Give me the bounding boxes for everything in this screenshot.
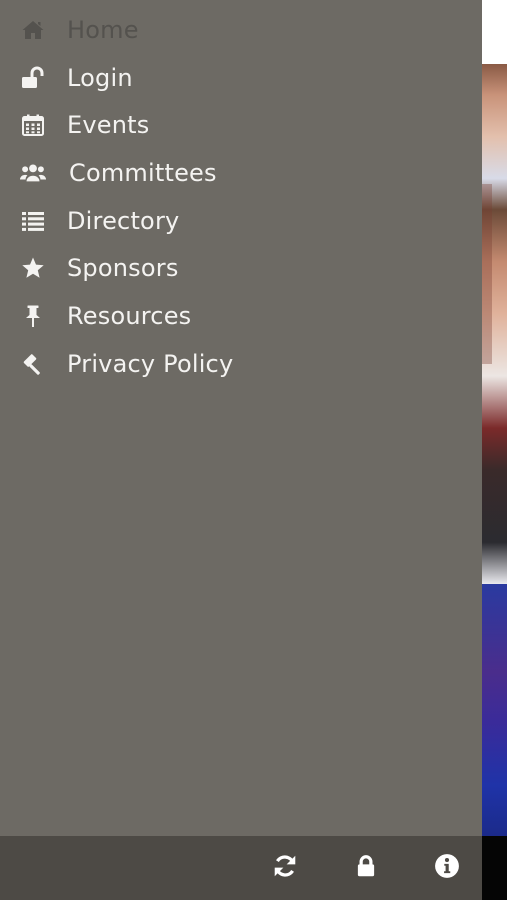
pushpin-icon [20,303,46,329]
lock-icon [353,853,379,883]
refresh-icon [272,853,298,883]
star-icon [20,255,46,281]
menu-item-committees[interactable]: Committees [0,149,482,197]
background-header [482,0,507,64]
menu-item-home[interactable]: Home [0,6,482,54]
drawer-toolbar [0,836,482,900]
background-banner [482,584,507,836]
menu-item-login[interactable]: Login [0,54,482,102]
menu-label-events: Events [67,111,150,140]
users-icon [20,160,46,186]
menu-label-resources: Resources [67,301,192,330]
menu-item-resources[interactable]: Resources [0,292,482,340]
menu-label-privacy-policy: Privacy Policy [67,349,234,378]
info-icon [434,853,460,883]
lock-button[interactable] [352,854,380,882]
menu-label-committees: Committees [69,158,217,187]
menu-item-directory[interactable]: Directory [0,197,482,245]
navigation-drawer: Home Login Events Committees Directory S… [0,0,482,900]
menu-label-login: Login [67,63,133,92]
unlock-icon [20,65,46,91]
refresh-button[interactable] [271,854,299,882]
background-photo [482,64,507,584]
menu-label-directory: Directory [67,206,180,235]
menu-item-events[interactable]: Events [0,101,482,149]
menu-item-sponsors[interactable]: Sponsors [0,244,482,292]
home-icon [20,17,46,43]
gavel-icon [20,351,46,377]
info-button[interactable] [433,854,461,882]
background-page-peek [482,0,507,900]
calendar-icon [20,112,46,138]
background-footer [482,836,507,900]
menu-label-sponsors: Sponsors [67,254,179,283]
list-icon [20,208,46,234]
drawer-menu: Home Login Events Committees Directory S… [0,6,482,388]
menu-item-privacy-policy[interactable]: Privacy Policy [0,340,482,388]
menu-label-home: Home [67,15,139,44]
